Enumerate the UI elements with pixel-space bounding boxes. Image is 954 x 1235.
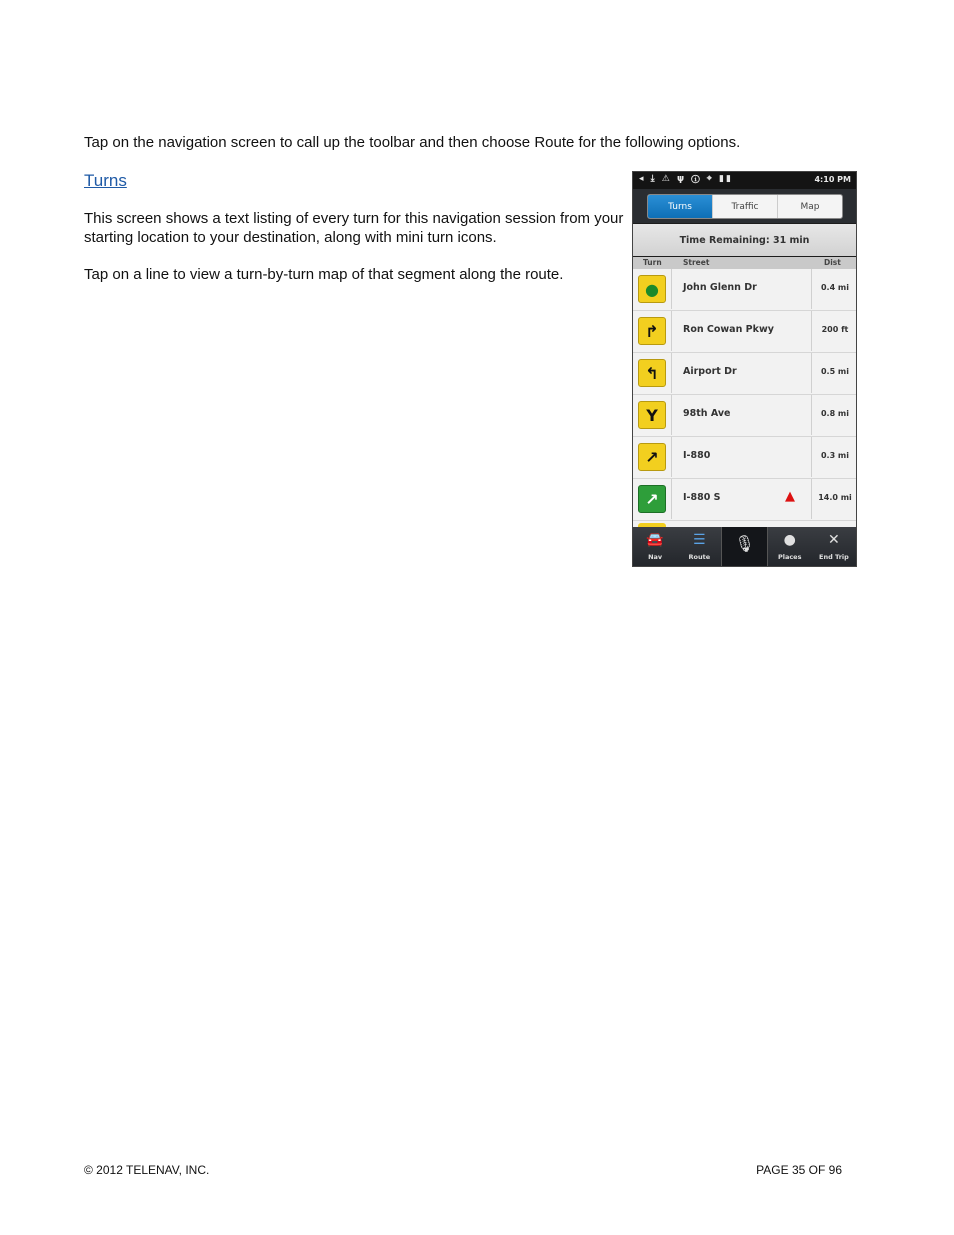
column-headers: Turn Street Dist bbox=[633, 257, 856, 269]
turns-link[interactable]: Turns bbox=[84, 171, 127, 191]
end-trip-button[interactable]: ✕ End Trip bbox=[812, 527, 856, 566]
street-name: I-880 S bbox=[683, 492, 721, 503]
turn-row[interactable]: ↗ I-880 S ▲ 14.0 mi bbox=[633, 479, 856, 521]
street-name: John Glenn Dr bbox=[683, 282, 757, 293]
column-turn: Turn bbox=[643, 258, 662, 267]
turn-row[interactable]: Y 98th Ave 0.8 mi bbox=[633, 395, 856, 437]
distance: 0.8 mi bbox=[820, 409, 850, 418]
turns-tip: Tap on a line to view a turn-by-turn map… bbox=[84, 266, 564, 283]
current-position-icon: ▲ bbox=[785, 489, 795, 504]
tab-map[interactable]: Map bbox=[777, 195, 842, 218]
pin-icon: ● bbox=[783, 532, 796, 548]
tab-turns[interactable]: Turns bbox=[648, 195, 712, 218]
end-trip-label: End Trip bbox=[819, 553, 849, 561]
turn-row[interactable]: ● John Glenn Dr 0.4 mi bbox=[633, 269, 856, 311]
destination-pin-icon: ● bbox=[638, 275, 666, 303]
column-street: Street bbox=[683, 258, 710, 267]
street-name: Airport Dr bbox=[683, 366, 737, 377]
turn-row[interactable]: ↰ Airport Dr 0.5 mi bbox=[633, 353, 856, 395]
turn-row[interactable]: ↗ I-880 0.3 mi bbox=[633, 437, 856, 479]
route-label: Route bbox=[688, 553, 711, 561]
page-number: PAGE 35 OF 96 bbox=[756, 1163, 842, 1177]
status-time: 4:10 PM bbox=[814, 175, 851, 184]
column-dist: Dist bbox=[824, 258, 841, 267]
tab-bar: Turns Traffic Map bbox=[633, 189, 856, 223]
turn-left-icon: ↰ bbox=[638, 359, 666, 387]
turn-row[interactable]: ↱ Ron Cowan Pkwy 200 ft bbox=[633, 311, 856, 353]
bottom-toolbar: 🚘 Nav ☰ Route 🎙 ● Places ✕ End Trip bbox=[633, 527, 856, 566]
highway-exit-icon: ↗ bbox=[638, 485, 666, 513]
street-name: Ron Cowan Pkwy bbox=[683, 324, 774, 335]
voice-button[interactable]: 🎙 bbox=[721, 527, 768, 566]
nav-label: Nav bbox=[648, 553, 663, 561]
distance: 0.4 mi bbox=[820, 283, 850, 292]
time-remaining: Time Remaining: 31 min bbox=[633, 224, 856, 256]
route-button[interactable]: ☰ Route bbox=[677, 527, 721, 566]
status-icons: ◂ ⤓ ⚠ ψ ⓘ ⌖ ▮▮ bbox=[639, 174, 733, 184]
distance: 0.3 mi bbox=[820, 451, 850, 460]
street-name: I-880 bbox=[683, 450, 711, 461]
car-icon: 🚘 bbox=[646, 532, 664, 548]
nav-button[interactable]: 🚘 Nav bbox=[633, 527, 677, 566]
phone-screenshot: ◂ ⤓ ⚠ ψ ⓘ ⌖ ▮▮ 4:10 PM Turns Traffic Map… bbox=[632, 171, 857, 567]
distance: 14.0 mi bbox=[818, 493, 852, 502]
copyright: © 2012 TELENAV, INC. bbox=[84, 1163, 210, 1177]
status-bar: ◂ ⤓ ⚠ ψ ⓘ ⌖ ▮▮ 4:10 PM bbox=[633, 172, 856, 189]
places-button[interactable]: ● Places bbox=[768, 527, 812, 566]
slight-right-icon: ↗ bbox=[638, 443, 666, 471]
tab-traffic[interactable]: Traffic bbox=[712, 195, 777, 218]
fork-icon: Y bbox=[638, 401, 666, 429]
microphone-icon: 🎙 bbox=[734, 534, 755, 553]
turns-description: This screen shows a text listing of ever… bbox=[84, 210, 624, 246]
distance: 0.5 mi bbox=[820, 367, 850, 376]
close-icon: ✕ bbox=[828, 532, 840, 548]
street-name: 98th Ave bbox=[683, 408, 731, 419]
distance: 200 ft bbox=[821, 325, 849, 334]
list-icon: ☰ bbox=[693, 532, 706, 548]
turn-right-icon: ↱ bbox=[638, 317, 666, 345]
intro-text: Tap on the navigation screen to call up … bbox=[84, 134, 741, 151]
turn-list: ● John Glenn Dr 0.4 mi ↱ Ron Cowan Pkwy … bbox=[633, 269, 856, 529]
places-label: Places bbox=[777, 553, 802, 561]
